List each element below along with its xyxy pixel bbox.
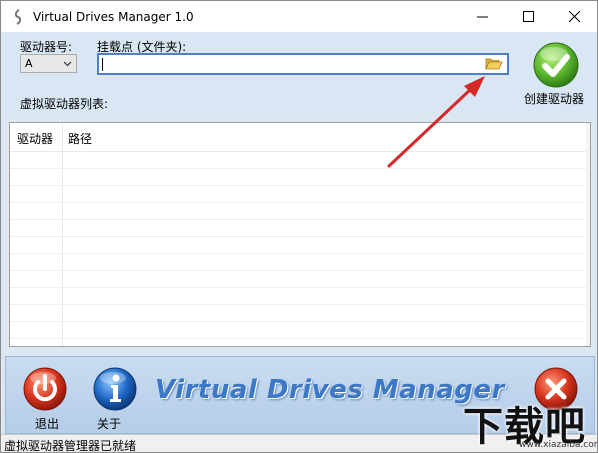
drive-letter-label: 驱动器号:: [20, 40, 73, 54]
exit-button[interactable]: [22, 366, 68, 412]
maximize-icon: [522, 11, 534, 22]
drive-list-label: 虚拟驱动器列表:: [20, 97, 109, 111]
maximize-button[interactable]: [505, 1, 551, 32]
info-icon: [93, 367, 137, 411]
create-drive-button[interactable]: [532, 41, 580, 89]
app-window: Virtual Drives Manager 1.0 驱动器号: A 挂载点 (…: [0, 0, 598, 453]
watermark: 下载吧 www.xiazaiba.com: [459, 394, 598, 452]
list-scrollbar[interactable]: [586, 123, 590, 346]
status-text: 虚拟驱动器管理器已就绪: [4, 439, 137, 453]
row-divider: [10, 270, 590, 271]
row-divider: [10, 219, 590, 220]
app-icon: [10, 8, 26, 25]
about-button[interactable]: [92, 366, 138, 412]
column-separator: [62, 123, 63, 346]
row-divider: [10, 185, 590, 186]
mount-point-input[interactable]: [97, 53, 509, 75]
window-controls: [459, 1, 597, 32]
row-divider: [10, 321, 590, 322]
watermark-url-text: www.xiazaiba.com: [519, 440, 598, 450]
row-divider: [10, 202, 590, 203]
create-drive-label: 创建驱动器: [524, 92, 585, 106]
settings-panel: 驱动器号: A 挂载点 (文件夹): 创建驱动器 虚拟驱动器列表:: [1, 32, 597, 114]
row-divider: [10, 338, 590, 339]
window-title: Virtual Drives Manager 1.0: [33, 9, 194, 24]
text-caret: [102, 58, 103, 71]
chevron-down-icon: [63, 61, 72, 67]
drive-list[interactable]: 驱动器 路径: [9, 122, 591, 347]
row-divider: [10, 287, 590, 288]
green-check-icon: [533, 42, 579, 88]
close-icon: [568, 11, 580, 22]
column-header-path[interactable]: 路径: [68, 130, 92, 147]
drive-letter-value: A: [25, 57, 33, 70]
about-label: 关于: [97, 417, 122, 431]
row-divider: [10, 304, 590, 305]
close-window-button[interactable]: [551, 1, 597, 32]
exit-label: 退出: [35, 417, 60, 431]
power-icon: [23, 367, 67, 411]
folder-open-icon: [485, 58, 503, 70]
row-divider: [10, 168, 590, 169]
list-header: 驱动器 路径: [10, 123, 590, 152]
minimize-button[interactable]: [459, 1, 505, 32]
minimize-icon: [476, 16, 488, 18]
brand-logo-text: Virtual Drives Manager: [155, 375, 505, 405]
row-divider: [10, 236, 590, 237]
row-divider: [10, 253, 590, 254]
browse-folder-button[interactable]: [484, 56, 504, 72]
column-header-drive[interactable]: 驱动器: [17, 130, 53, 147]
drive-letter-select[interactable]: A: [20, 54, 77, 73]
title-bar[interactable]: Virtual Drives Manager 1.0: [1, 1, 597, 32]
